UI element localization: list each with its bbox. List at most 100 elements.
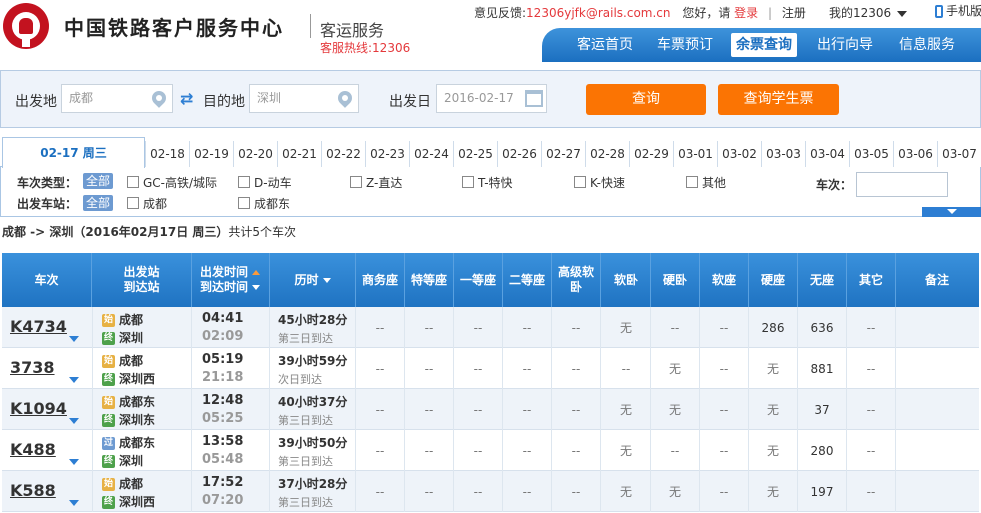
- student-query-button[interactable]: 查询学生票: [718, 84, 839, 115]
- type-other-checkbox[interactable]: [686, 176, 698, 188]
- date-tab[interactable]: 03-01: [673, 141, 717, 167]
- from-station[interactable]: 始成都: [102, 352, 143, 369]
- nav-home[interactable]: 客运首页: [570, 28, 640, 62]
- date-tab[interactable]: 02-17 周三: [2, 137, 145, 168]
- expand-stops-icon[interactable]: [69, 377, 79, 383]
- seat-availability: 无: [602, 430, 651, 471]
- my12306-menu[interactable]: 我的12306: [829, 4, 908, 21]
- col-time[interactable]: 出发时间 到达时间: [192, 253, 270, 307]
- col-remark: 备注: [924, 272, 949, 287]
- train-number-link[interactable]: K4734: [10, 317, 67, 336]
- sort-down-icon[interactable]: [252, 285, 261, 290]
- col-seat: 高级软卧: [552, 253, 601, 307]
- nav-booking[interactable]: 车票预订: [650, 28, 720, 62]
- duration: 39小时50分: [278, 436, 348, 450]
- col-duration[interactable]: 历时: [270, 253, 356, 307]
- seat-availability: --: [651, 307, 700, 348]
- date-tab[interactable]: 03-02: [717, 141, 761, 167]
- expand-stops-icon[interactable]: [69, 500, 79, 506]
- date-tab[interactable]: 02-29: [629, 141, 673, 167]
- station-chengdu-checkbox[interactable]: [127, 197, 139, 209]
- train-number-cell: 3738: [2, 348, 92, 389]
- feedback-email-link[interactable]: 12306yjfk@rails.com.cn: [526, 6, 670, 20]
- table-row: K488 过成都东 终深圳 13:58 05:48 39小时50分 第三日到达 …: [2, 430, 979, 471]
- date-tab[interactable]: 02-23: [365, 141, 409, 167]
- seat-availability: 197: [798, 471, 847, 512]
- table-row: K4734 始成都 终深圳 04:41 02:09 45小时28分 第三日到达 …: [2, 307, 979, 348]
- seat-availability: 无: [749, 430, 798, 471]
- to-station[interactable]: 终深圳西: [102, 493, 155, 510]
- from-station[interactable]: 始成都东: [102, 393, 155, 410]
- query-button[interactable]: 查询: [586, 84, 706, 115]
- date-tab[interactable]: 02-19: [189, 141, 233, 167]
- to-station[interactable]: 终深圳: [102, 329, 143, 346]
- type-d-checkbox[interactable]: [238, 176, 250, 188]
- to-station[interactable]: 终深圳东: [102, 411, 155, 428]
- date-tab[interactable]: 02-18: [145, 141, 189, 167]
- date-tab[interactable]: 03-06: [893, 141, 937, 167]
- to-station[interactable]: 终深圳: [102, 452, 143, 469]
- seat-availability: --: [356, 471, 405, 512]
- date-tab[interactable]: 03-05: [849, 141, 893, 167]
- to-input[interactable]: 深圳: [249, 84, 359, 113]
- date-tab[interactable]: 02-26: [497, 141, 541, 167]
- station-chengdudong-checkbox[interactable]: [238, 197, 250, 209]
- seat-availability: --: [454, 348, 503, 389]
- seat-availability: 280: [798, 430, 847, 471]
- result-summary: 成都 -> 深圳（2016年02月17日 周三）共计5个车次: [2, 223, 296, 240]
- from-station[interactable]: 始成都: [102, 311, 143, 328]
- register-link[interactable]: 注册: [782, 4, 806, 21]
- date-input[interactable]: 2016-02-17: [436, 84, 547, 113]
- type-gc-checkbox[interactable]: [127, 176, 139, 188]
- date-tab[interactable]: 02-20: [233, 141, 277, 167]
- date-tab[interactable]: 02-25: [453, 141, 497, 167]
- date-tab[interactable]: 02-24: [409, 141, 453, 167]
- collapse-filter-button[interactable]: [922, 207, 981, 217]
- train-number-link[interactable]: K1094: [10, 399, 67, 418]
- mobile-link[interactable]: 手机版: [935, 2, 981, 19]
- date-tab[interactable]: 02-28: [585, 141, 629, 167]
- nav-info[interactable]: 信息服务: [892, 28, 962, 62]
- calendar-icon[interactable]: [525, 90, 543, 107]
- date-tabs: 02-17 周三 02-18 02-19 02-20 02-21 02-22 02-23 02…: [0, 137, 981, 168]
- train-no-input[interactable]: [856, 172, 948, 197]
- date-tab[interactable]: 03-03: [761, 141, 805, 167]
- type-t-checkbox[interactable]: [462, 176, 474, 188]
- site-subtitle: 客运服务: [320, 21, 385, 40]
- type-k-checkbox[interactable]: [574, 176, 586, 188]
- to-station[interactable]: 终深圳西: [102, 370, 155, 387]
- seat-availability: --: [847, 307, 896, 348]
- arrival-time: 07:20: [202, 493, 244, 508]
- railway-logo[interactable]: [3, 3, 49, 49]
- type-z-checkbox[interactable]: [350, 176, 362, 188]
- train-no-label: 车次：: [816, 178, 853, 192]
- seat-availability: --: [405, 307, 454, 348]
- from-station[interactable]: 始成都: [102, 475, 143, 492]
- from-station[interactable]: 过成都东: [102, 434, 155, 451]
- date-tab[interactable]: 02-21: [277, 141, 321, 167]
- date-tab[interactable]: 03-07: [937, 141, 981, 167]
- sort-down-icon[interactable]: [322, 277, 331, 283]
- greeting: 您好，请: [682, 6, 731, 20]
- departure-time: 13:58: [202, 434, 244, 449]
- date-tab[interactable]: 03-04: [805, 141, 849, 167]
- sort-up-icon[interactable]: [252, 270, 261, 275]
- train-number-link[interactable]: 3738: [10, 358, 55, 377]
- login-link[interactable]: 登录: [734, 4, 758, 21]
- swap-icon[interactable]: ⇄: [180, 90, 198, 108]
- date-tab[interactable]: 02-27: [541, 141, 585, 167]
- train-number-link[interactable]: K488: [10, 440, 56, 459]
- date-tab[interactable]: 02-22: [321, 141, 365, 167]
- type-all-button[interactable]: 全部: [83, 173, 114, 189]
- from-input[interactable]: 成都: [61, 84, 173, 113]
- seat-availability: --: [405, 471, 454, 512]
- expand-stops-icon[interactable]: [69, 336, 79, 342]
- expand-stops-icon[interactable]: [69, 459, 79, 465]
- seat-availability: --: [847, 430, 896, 471]
- nav-ticket-query[interactable]: 余票查询: [731, 33, 797, 57]
- train-number-link[interactable]: K588: [10, 481, 56, 500]
- expand-stops-icon[interactable]: [69, 418, 79, 424]
- nav-guide[interactable]: 出行向导: [810, 28, 880, 62]
- station-all-button[interactable]: 全部: [83, 195, 114, 211]
- col-seat: 硬座: [749, 253, 798, 307]
